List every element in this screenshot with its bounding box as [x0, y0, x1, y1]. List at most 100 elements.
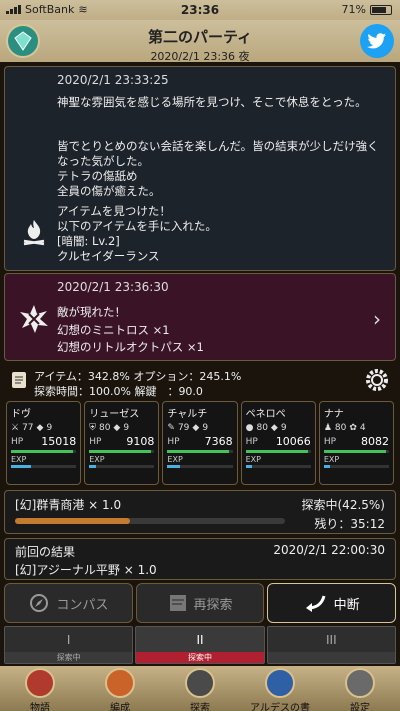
member-name: リューゼス — [89, 409, 140, 420]
compass-label: コンパス — [56, 597, 109, 613]
tab-number: I — [66, 633, 71, 647]
action-buttons: コンパス 再探索 中断 — [4, 583, 397, 623]
nav-formation[interactable]: 編成 — [80, 666, 160, 711]
party-stats: アイテム：342.8% オプション：245.1% 探索時間：100.0% 解鍵 … — [4, 364, 396, 400]
party-tabs: I 探索中 II 探索中 III — [4, 626, 396, 664]
hp-value: 8082 — [361, 435, 390, 448]
skill-icon: ◆ — [270, 423, 278, 433]
compass-button[interactable]: コンパス — [4, 583, 133, 623]
exp-bar — [245, 465, 311, 468]
skill-icon: ✿ — [349, 423, 357, 433]
story-icon — [25, 668, 55, 698]
campfire-icon — [23, 220, 45, 246]
nav-book[interactable]: アルデスの書 — [240, 666, 320, 711]
exp-label: EXP — [11, 455, 27, 464]
member-card[interactable]: ペネロペ ● 80 ◆ 9 HP 10066 EXP — [240, 401, 316, 485]
exp-bar — [167, 465, 233, 468]
member-card[interactable]: ドヴ ⚔ 77 ◆ 9 HP 15018 EXP — [6, 401, 82, 485]
status-bar: SoftBank ≋ 23:36 71% — [0, 0, 400, 20]
log-item-found-text: アイテムを見つけた！ 以下のアイテムを手に入れた。 — [57, 204, 217, 233]
member-hp: HP 9108 — [89, 435, 154, 448]
member-level: 80 — [98, 423, 111, 433]
compass-icon — [30, 594, 49, 612]
hp-label: HP — [89, 436, 102, 447]
member-name: ナナ — [323, 409, 344, 420]
hp-value: 15018 — [41, 435, 77, 448]
exp-label: EXP — [323, 455, 340, 464]
member-level: 80 — [256, 423, 268, 433]
log-talk-text: 皆でとりとめのない会話を楽しんだ。皆の結束が少しだけ強くなった気がした。 テトラ… — [57, 139, 379, 198]
log-enemy-1: 幻想のミニトロス ×1 — [57, 323, 170, 337]
hp-label: HP — [245, 436, 258, 447]
shield-icon: ⛨ — [89, 423, 96, 433]
exp-label: EXP — [245, 455, 261, 464]
party-members: ドヴ ⚔ 77 ◆ 9 HP 15018 EXP リューゼス ⛨ 80 ◆ 9 HP 910… — [6, 401, 395, 485]
exp-bar — [89, 465, 155, 468]
member-level-row: ♟ 80 ✿ 4 — [324, 423, 389, 433]
battery-icon — [370, 4, 392, 15]
log-enemy-appeared: 敵が現れた！ — [57, 305, 126, 319]
nav-label: 探索 — [190, 703, 210, 711]
hp-bar — [167, 450, 233, 453]
previous-datetime: 2020/2/1 22:00:30 — [273, 543, 385, 557]
explore-remaining: 残り：35:12 — [314, 517, 385, 531]
formation-icon — [105, 668, 135, 698]
party-datetime: 2020/2/1 23:36 夜 — [150, 50, 250, 63]
exp-bar — [11, 465, 77, 468]
nav-label: アルデスの書 — [250, 703, 310, 711]
exp-label: EXP — [89, 455, 105, 464]
explore-place: [幻]群青商港 × 1.0 — [15, 498, 122, 512]
member-skill: 9 — [123, 423, 130, 433]
nav-explore[interactable]: 探索 — [160, 666, 240, 711]
nav-settings[interactable]: 設定 — [320, 666, 400, 711]
hp-label: HP — [167, 436, 180, 447]
twitter-icon — [367, 33, 386, 49]
bottom-nav: 物語 編成 探索 アルデスの書 設定 — [0, 666, 400, 711]
chevron-right-icon: › — [373, 307, 381, 331]
member-level-row: ● 80 ◆ 9 — [246, 423, 311, 433]
tab-status — [267, 652, 395, 663]
member-level-row: ✎ 79 ◆ 9 — [167, 423, 232, 433]
reexplore-button[interactable]: 再探索 — [135, 583, 265, 623]
member-name: ペネロペ — [245, 409, 286, 420]
member-card[interactable]: リューゼス ⛨ 80 ◆ 9 HP 9108 EXP — [84, 401, 160, 485]
member-card[interactable]: ナナ ♟ 80 ✿ 4 HP 8082 EXP — [318, 401, 395, 485]
log-enemy-2: 幻想のリトルオクトパス ×1 — [57, 340, 204, 354]
nav-label: 設定 — [350, 703, 370, 711]
tab-party-3[interactable]: III — [266, 626, 396, 664]
member-name: ドヴ — [11, 409, 31, 420]
member-card[interactable]: チャルチ ✎ 79 ◆ 9 HP 7368 EXP — [162, 401, 238, 485]
tab-status: 探索中 — [5, 652, 133, 663]
log-entry-battle[interactable]: 2020/2/1 23:36:30 敵が現れた！ 幻想のミニトロス ×1 幻想の… — [4, 273, 396, 361]
member-level-row: ⛨ 80 ◆ 9 — [89, 423, 154, 433]
tab-number: III — [326, 633, 337, 647]
interrupt-button[interactable]: 中断 — [267, 583, 397, 623]
log-rest-text: 神聖な雰囲気を感じる場所を見つけ、そこで休息をとった。 — [57, 95, 367, 109]
log-timestamp: 2020/2/1 23:36:30 — [57, 280, 169, 294]
member-skill: 9 — [280, 423, 287, 433]
gear-icon[interactable] — [364, 367, 390, 393]
member-skill: 9 — [46, 423, 53, 433]
book-icon — [265, 668, 295, 698]
tab-party-1[interactable]: I 探索中 — [4, 626, 134, 664]
crystal-button[interactable] — [6, 24, 40, 58]
member-skill: 9 — [202, 423, 209, 433]
previous-result[interactable]: 前回の結果 2020/2/1 22:00:30 [幻]アジーナル平野 × 1.0 — [4, 538, 396, 580]
scroll-icon — [12, 372, 26, 388]
stats-item-option: アイテム：342.8% オプション：245.1% — [34, 370, 242, 383]
member-hp: HP 8082 — [324, 435, 389, 448]
return-arrow-icon — [305, 595, 326, 612]
crystal-icon — [14, 31, 32, 51]
hp-bar — [89, 450, 155, 453]
explore-progress-bar — [15, 518, 285, 524]
log-timestamp: 2020/2/1 23:33:25 — [57, 73, 169, 87]
previous-place: [幻]アジーナル平野 × 1.0 — [15, 563, 157, 577]
settings-gear-icon — [345, 668, 375, 698]
member-name: チャルチ — [167, 409, 208, 420]
nav-story[interactable]: 物語 — [0, 666, 80, 711]
orb-icon: ● — [245, 423, 254, 433]
current-exploration: [幻]群青商港 × 1.0 探索中(42.5%) 残り：35:12 — [4, 490, 396, 534]
tab-party-2[interactable]: II 探索中 — [135, 626, 265, 664]
exp-label: EXP — [167, 455, 183, 464]
twitter-button[interactable] — [360, 24, 394, 58]
